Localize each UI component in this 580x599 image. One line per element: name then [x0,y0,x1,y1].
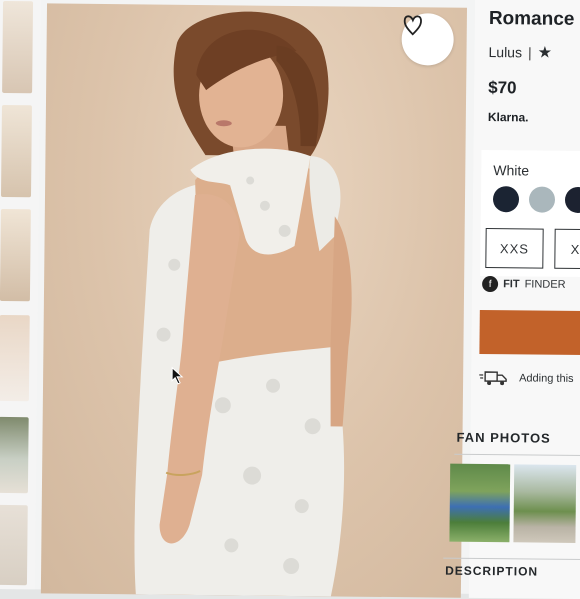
heart-icon [403,15,422,36]
product-page: Romance Lulus | ★ $70 Klarna. White XXS X … [0,0,580,599]
fit-finder-logo-icon: f [482,275,499,293]
product-title: Romance [488,8,575,30]
thumbnail-image[interactable] [2,0,34,94]
thumbnail-image[interactable] [0,416,29,494]
fit-finder-label: FINDER [524,278,566,291]
klarna-logo: Klarna. [487,110,529,125]
model-in-dress-illustration [134,11,352,597]
rating-star-icon[interactable]: ★ [538,45,553,62]
fan-photo[interactable] [513,464,577,543]
fit-finder-link[interactable]: f FIT FINDER [482,275,566,293]
brand-line: Lulus | ★ [488,42,552,63]
color-swatch[interactable] [564,186,580,214]
size-option-xs[interactable]: X [554,228,580,270]
options-panel: White XXS X [480,149,580,278]
shipping-text: Adding this [519,372,574,385]
product-price: $70 [488,78,517,98]
shipping-info: Adding this [479,370,574,387]
brand-separator: | [527,44,532,61]
color-swatch[interactable] [492,186,520,213]
thumbnail-image[interactable] [1,104,32,198]
favorite-button[interactable] [401,13,454,66]
fit-finder-bold-label: FIT [503,278,520,291]
thumbnail-image[interactable] [0,314,30,402]
thumbnail-image[interactable] [0,504,28,586]
divider [454,453,580,457]
brand-name[interactable]: Lulus [488,44,522,60]
add-to-bag-button[interactable] [479,309,580,356]
description-heading[interactable]: DESCRIPTION [445,564,538,579]
mouse-cursor-icon [171,366,184,385]
delivery-truck-icon [479,371,507,386]
size-option-xxs[interactable]: XXS [485,228,544,269]
product-photo [40,3,468,598]
thumbnail-image[interactable] [0,208,31,302]
fan-photos-heading: FAN PHOTOS [456,429,551,446]
product-info-panel: Romance Lulus | ★ $70 Klarna. White XXS X … [443,0,580,599]
color-swatch[interactable] [528,186,556,213]
fan-photo[interactable] [449,463,511,543]
selected-color-label: White [493,162,530,179]
divider [443,557,580,561]
thumbnail-strip [0,0,42,590]
